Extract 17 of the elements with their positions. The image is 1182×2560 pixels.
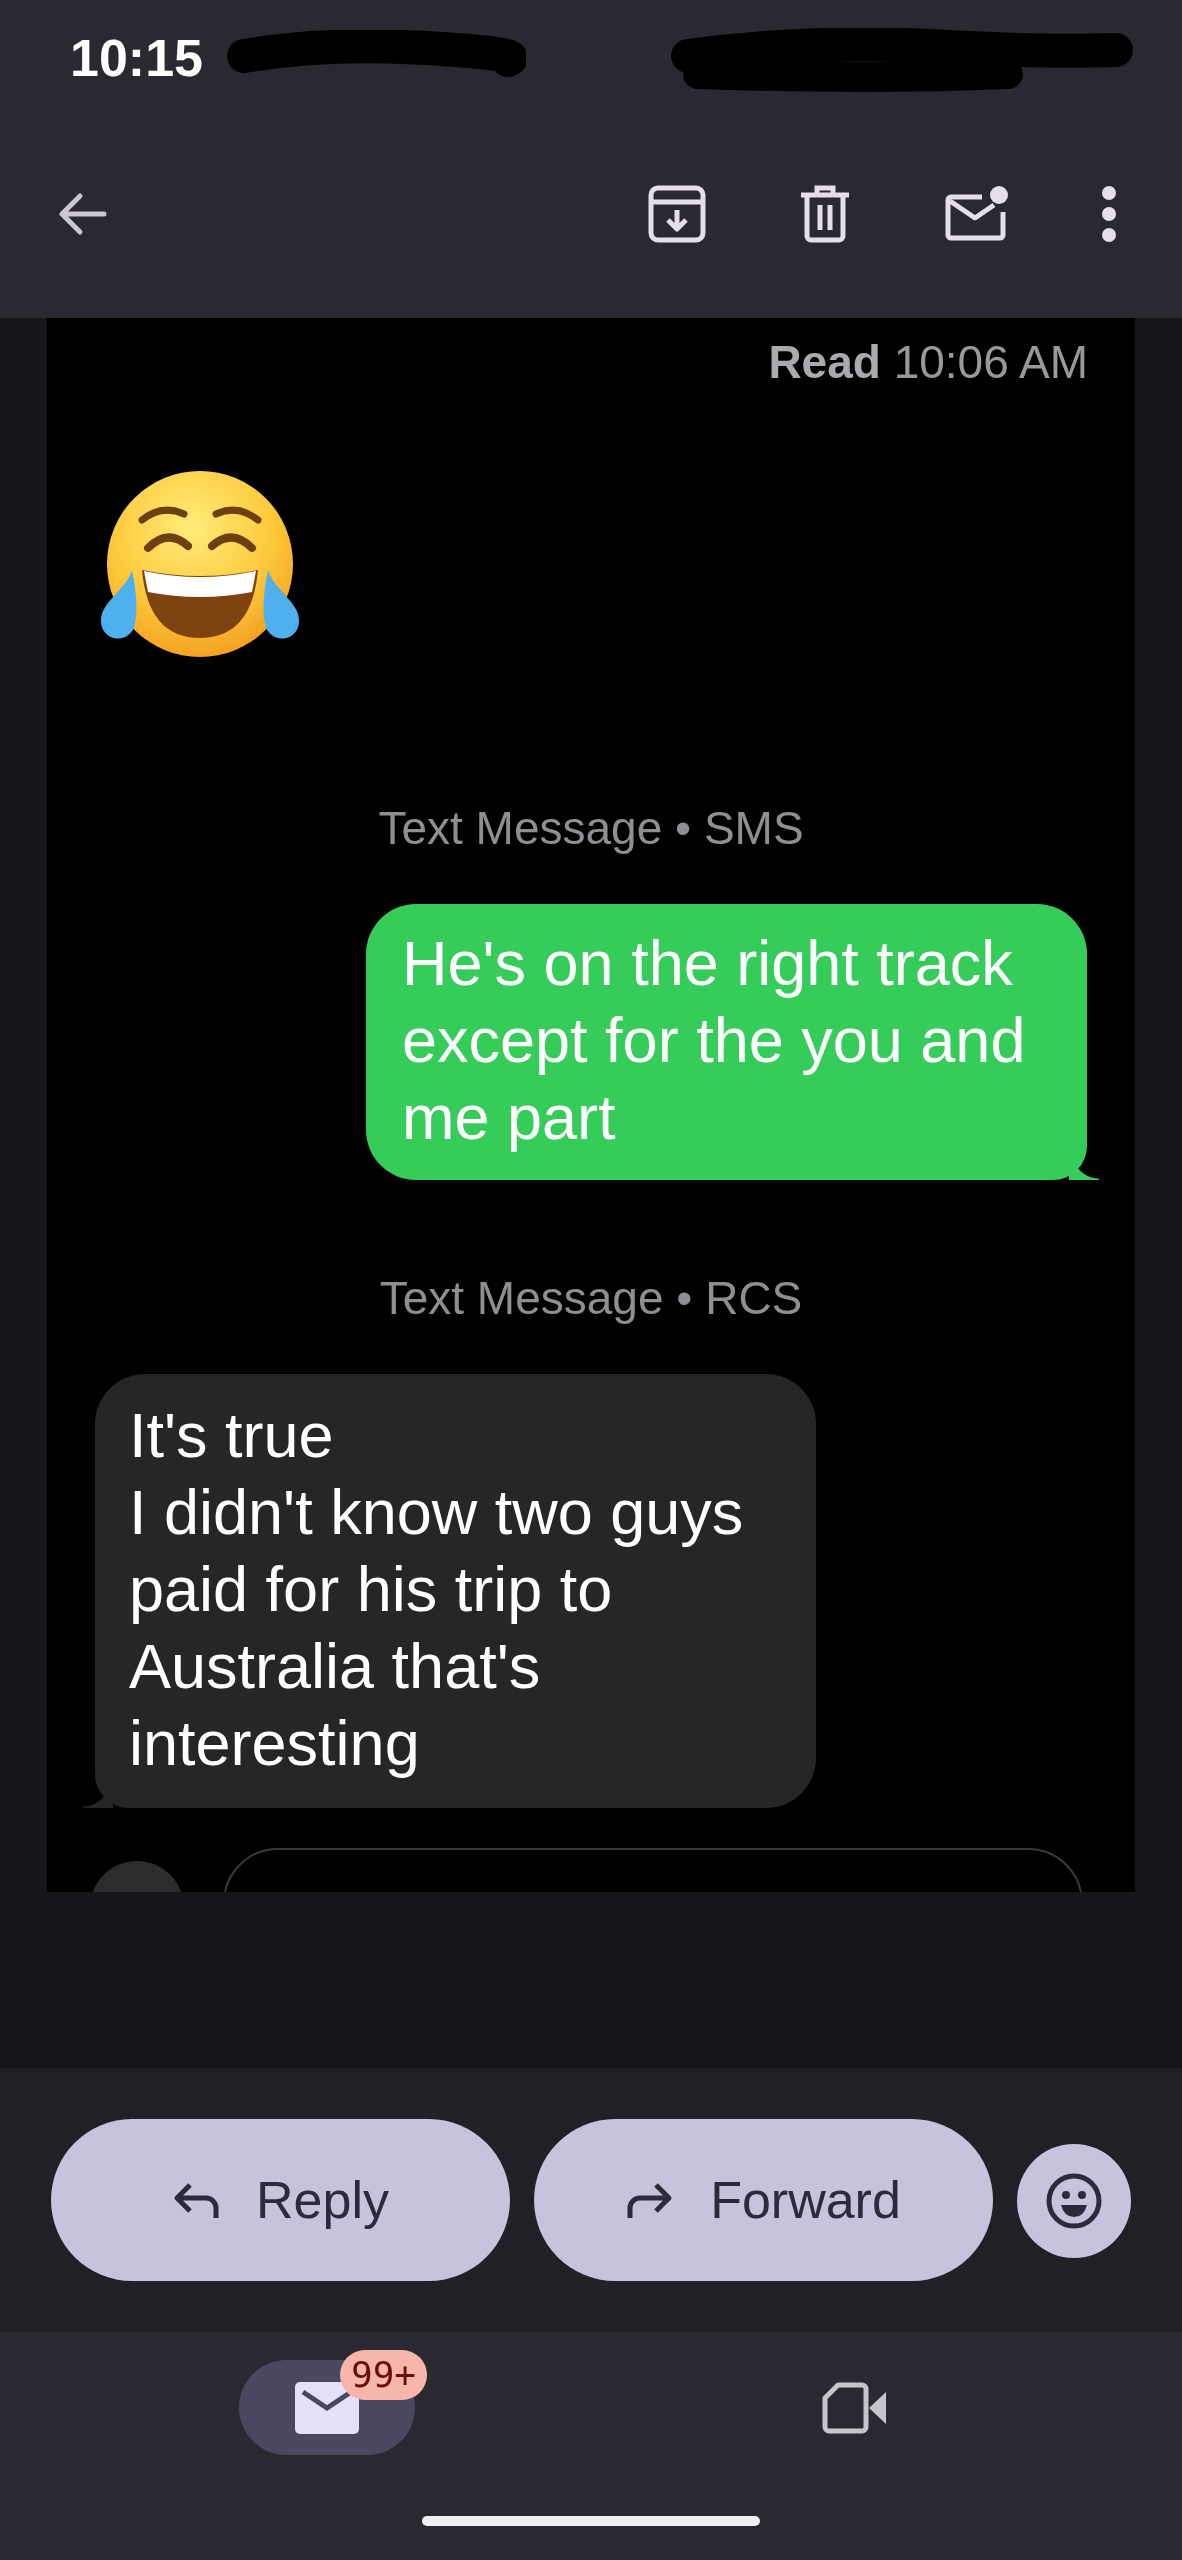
more-icon <box>1100 185 1118 243</box>
message-bubble: It's true I didn't know two guys paid for his trip to Australia that's interesting <box>83 1374 816 1808</box>
message-type-label: Text Message • RCS <box>379 1271 803 1326</box>
archive-icon <box>648 185 706 243</box>
envelope-dot-icon <box>944 186 1008 242</box>
message-type-label: Text Message • SMS <box>378 801 804 856</box>
status-time: 10:15 <box>70 28 203 88</box>
message-bubble: He's on the right track except for the you and me part <box>366 904 1099 1180</box>
video-tab[interactable] <box>822 2381 888 2434</box>
video-camera-icon <box>822 2381 888 2434</box>
read-receipt: Read 10:06 AM <box>768 335 1088 390</box>
trash-icon <box>798 185 852 243</box>
smiley-icon <box>1046 2173 1102 2229</box>
reply-arrow-icon <box>172 2180 220 2220</box>
reply-button[interactable]: Reply <box>51 2119 510 2281</box>
forward-button[interactable]: Forward <box>534 2119 993 2281</box>
unread-count-badge: 99+ <box>340 2350 428 2400</box>
